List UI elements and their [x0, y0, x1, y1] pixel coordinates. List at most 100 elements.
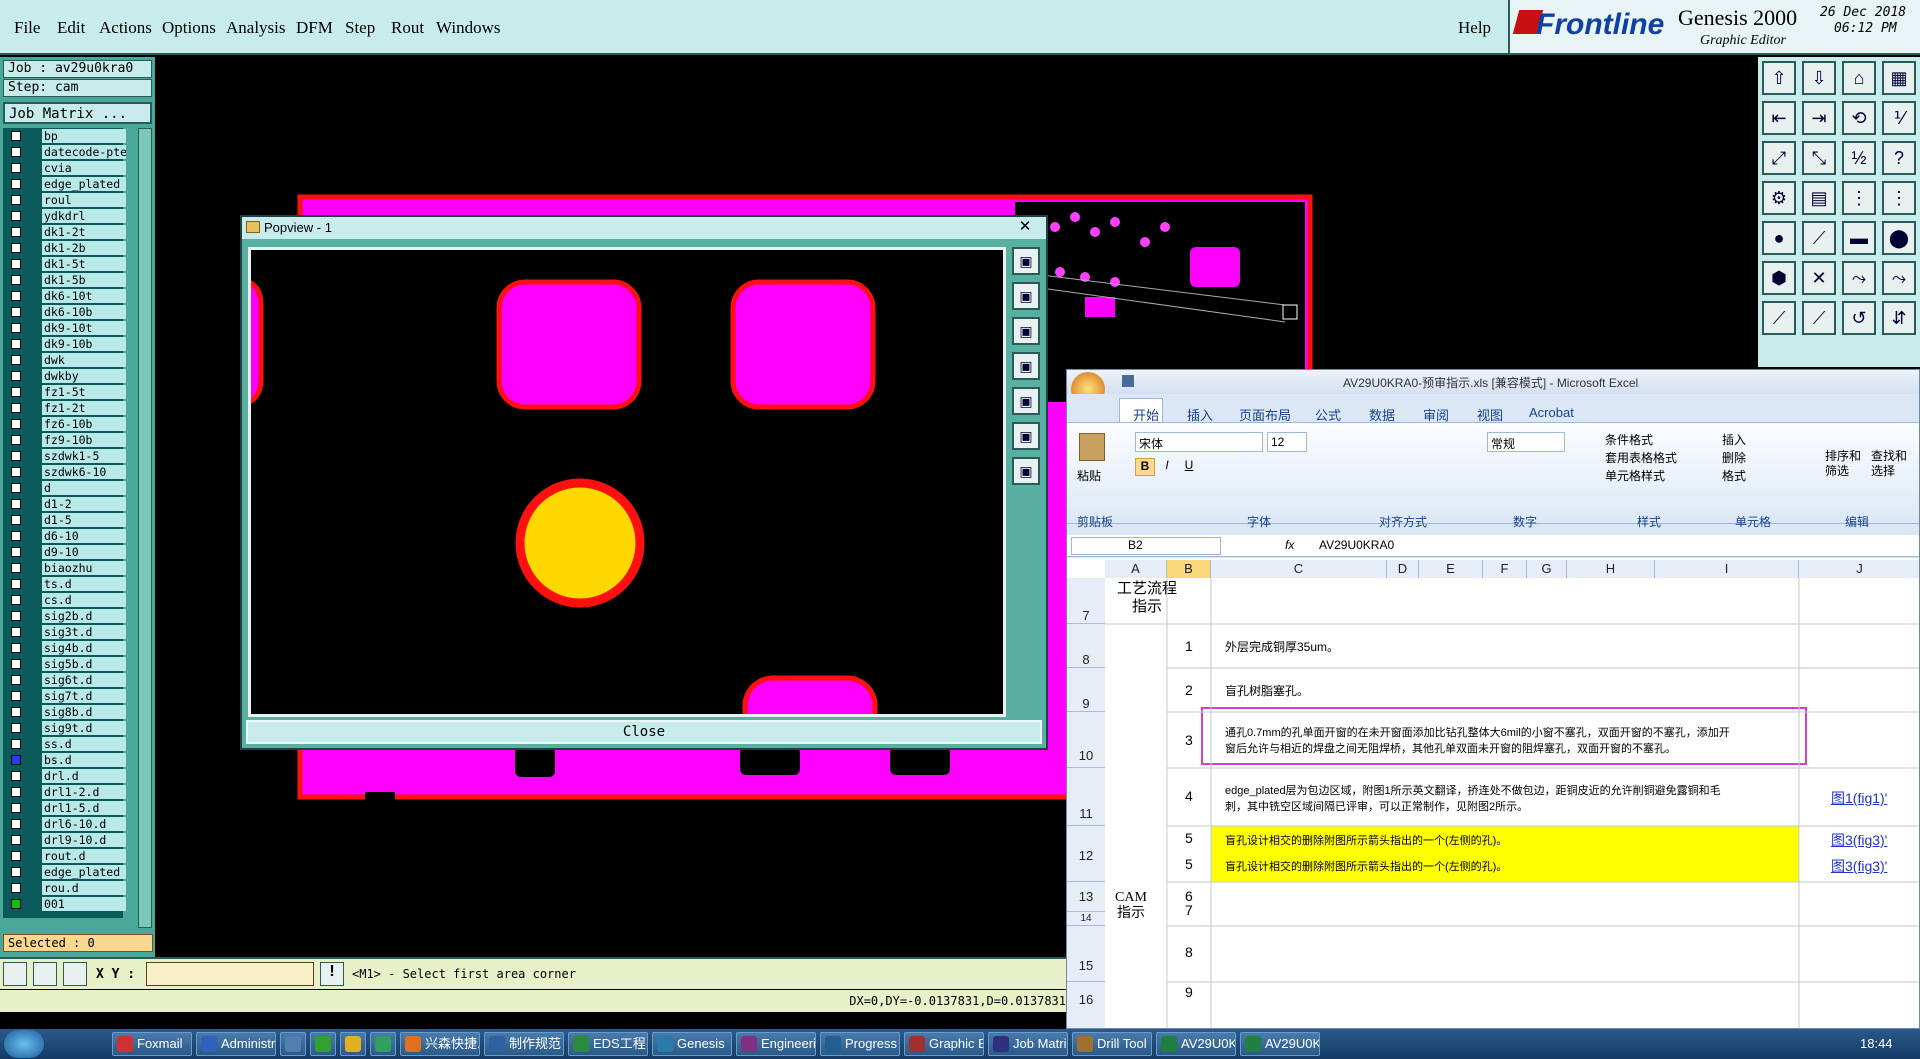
zoom-tool-icon[interactable]: [3, 962, 27, 986]
layer-checkbox[interactable]: [11, 867, 21, 877]
layer-row[interactable]: ts.d: [3, 576, 126, 592]
menu-step[interactable]: Step: [345, 18, 375, 38]
format-cells-button[interactable]: 格式: [1722, 467, 1746, 484]
layer-checkbox[interactable]: [11, 899, 21, 909]
layer-checkbox[interactable]: [11, 755, 21, 765]
font-size-box[interactable]: 12: [1267, 432, 1307, 452]
tool-button-icon[interactable]: ⟋: [1802, 301, 1836, 335]
paste-button[interactable]: 粘贴: [1077, 467, 1101, 484]
italic-button[interactable]: I: [1157, 458, 1177, 476]
layer-checkbox[interactable]: [11, 547, 21, 557]
tool-button-icon[interactable]: ↺: [1842, 301, 1876, 335]
layer-checkbox[interactable]: [11, 819, 21, 829]
find-select-button[interactable]: 查找和 选择: [1871, 449, 1907, 479]
col-h[interactable]: H: [1567, 560, 1655, 578]
tool-button-icon[interactable]: ⌂: [1842, 61, 1876, 95]
layer-row[interactable]: dk9-10b: [3, 336, 126, 352]
layer-row[interactable]: cs.d: [3, 592, 126, 608]
col-e[interactable]: E: [1419, 560, 1483, 578]
layer-row[interactable]: drl1-5.d: [3, 800, 126, 816]
layer-checkbox[interactable]: [11, 259, 21, 269]
layer-row[interactable]: d: [3, 480, 126, 496]
delete-cells-button[interactable]: 删除: [1722, 449, 1746, 466]
layer-row[interactable]: szdwk6-10: [3, 464, 126, 480]
layer-checkbox[interactable]: [11, 227, 21, 237]
popview-canvas[interactable]: [228, 247, 1006, 761]
col-i[interactable]: I: [1655, 560, 1799, 578]
taskbar-item[interactable]: Drill Tool ...: [1072, 1032, 1152, 1056]
menu-windows[interactable]: Windows: [436, 18, 500, 38]
layer-row[interactable]: rou.d: [3, 880, 126, 896]
layer-checkbox[interactable]: [11, 515, 21, 525]
layer-row[interactable]: d1-2: [3, 496, 126, 512]
layer-checkbox[interactable]: [11, 467, 21, 477]
layer-row[interactable]: sig5b.d: [3, 656, 126, 672]
layer-checkbox[interactable]: [11, 707, 21, 717]
popview-tool-icon[interactable]: ▣: [1012, 317, 1040, 345]
paste-icon[interactable]: [1079, 433, 1105, 461]
font-name-box[interactable]: 宋体: [1135, 432, 1263, 452]
layer-checkbox[interactable]: [11, 211, 21, 221]
taskbar-item[interactable]: AV29U0K...: [1240, 1032, 1320, 1056]
layer-row[interactable]: dk1-2t: [3, 224, 126, 240]
layer-checkbox[interactable]: [11, 147, 21, 157]
insert-cells-button[interactable]: 插入: [1722, 431, 1746, 448]
layer-checkbox[interactable]: [11, 579, 21, 589]
layer-checkbox[interactable]: [11, 835, 21, 845]
layer-row[interactable]: dk1-5t: [3, 256, 126, 272]
layer-row[interactable]: 001: [3, 896, 126, 912]
tool-button-icon[interactable]: ⇧: [1762, 61, 1796, 95]
layer-scrollbar[interactable]: [138, 128, 152, 928]
layer-row[interactable]: datecode-pte: [3, 144, 126, 160]
layer-checkbox[interactable]: [11, 659, 21, 669]
layer-row[interactable]: d6-10: [3, 528, 126, 544]
layer-checkbox[interactable]: [11, 339, 21, 349]
tool-button-icon[interactable]: ⟋: [1802, 221, 1836, 255]
layer-checkbox[interactable]: [11, 803, 21, 813]
layer-checkbox[interactable]: [11, 275, 21, 285]
layer-checkbox[interactable]: [11, 675, 21, 685]
layer-row[interactable]: cvia: [3, 160, 126, 176]
tool-button-icon[interactable]: ½: [1842, 141, 1876, 175]
layer-checkbox[interactable]: [11, 323, 21, 333]
layer-row[interactable]: dk9-10t: [3, 320, 126, 336]
tool-button-icon[interactable]: ⇤: [1762, 101, 1796, 135]
tool-button-icon[interactable]: ▦: [1882, 61, 1916, 95]
layer-row[interactable]: sig9t.d: [3, 720, 126, 736]
popview-close-icon[interactable]: ✕: [1010, 217, 1040, 235]
menu-actions[interactable]: Actions: [99, 18, 152, 38]
tool-button-icon[interactable]: ⇵: [1882, 301, 1916, 335]
col-c[interactable]: C: [1211, 560, 1387, 578]
layer-row[interactable]: fz9-10b: [3, 432, 126, 448]
taskbar-item[interactable]: 兴森快捷...: [400, 1032, 480, 1056]
tool-button-icon[interactable]: ?: [1882, 141, 1916, 175]
menu-rout[interactable]: Rout: [391, 18, 424, 38]
layer-row[interactable]: edge_plated: [3, 864, 126, 880]
cell-styles-button[interactable]: 单元格样式: [1605, 467, 1665, 484]
layer-checkbox[interactable]: [11, 307, 21, 317]
layer-checkbox[interactable]: [11, 163, 21, 173]
layer-checkbox[interactable]: [11, 387, 21, 397]
layer-checkbox[interactable]: [11, 851, 21, 861]
tool-button-icon[interactable]: ●: [1762, 221, 1796, 255]
menu-dfm[interactable]: DFM: [296, 18, 333, 38]
layer-checkbox[interactable]: [11, 195, 21, 205]
layer-row[interactable]: drl1-2.d: [3, 784, 126, 800]
layer-row[interactable]: d1-5: [3, 512, 126, 528]
layer-row[interactable]: drl6-10.d: [3, 816, 126, 832]
tool-button-icon[interactable]: ▤: [1802, 181, 1836, 215]
conditional-format-button[interactable]: 条件格式: [1605, 431, 1653, 448]
taskbar-item[interactable]: 制作规范 (...: [484, 1032, 564, 1056]
layer-row[interactable]: szdwk1-5: [3, 448, 126, 464]
popview-tool-icon[interactable]: ▣: [1012, 352, 1040, 380]
col-b[interactable]: B: [1167, 560, 1211, 578]
layer-row[interactable]: dk1-2b: [3, 240, 126, 256]
layer-checkbox[interactable]: [11, 771, 21, 781]
tool-button-icon[interactable]: ⤢: [1762, 141, 1796, 175]
layer-checkbox[interactable]: [11, 451, 21, 461]
xy-input[interactable]: [146, 962, 314, 986]
tool-button-icon[interactable]: ⚙: [1762, 181, 1796, 215]
layer-row[interactable]: rout.d: [3, 848, 126, 864]
taskbar-item[interactable]: Administr...: [196, 1032, 276, 1056]
taskbar-item[interactable]: Foxmail: [112, 1032, 192, 1056]
